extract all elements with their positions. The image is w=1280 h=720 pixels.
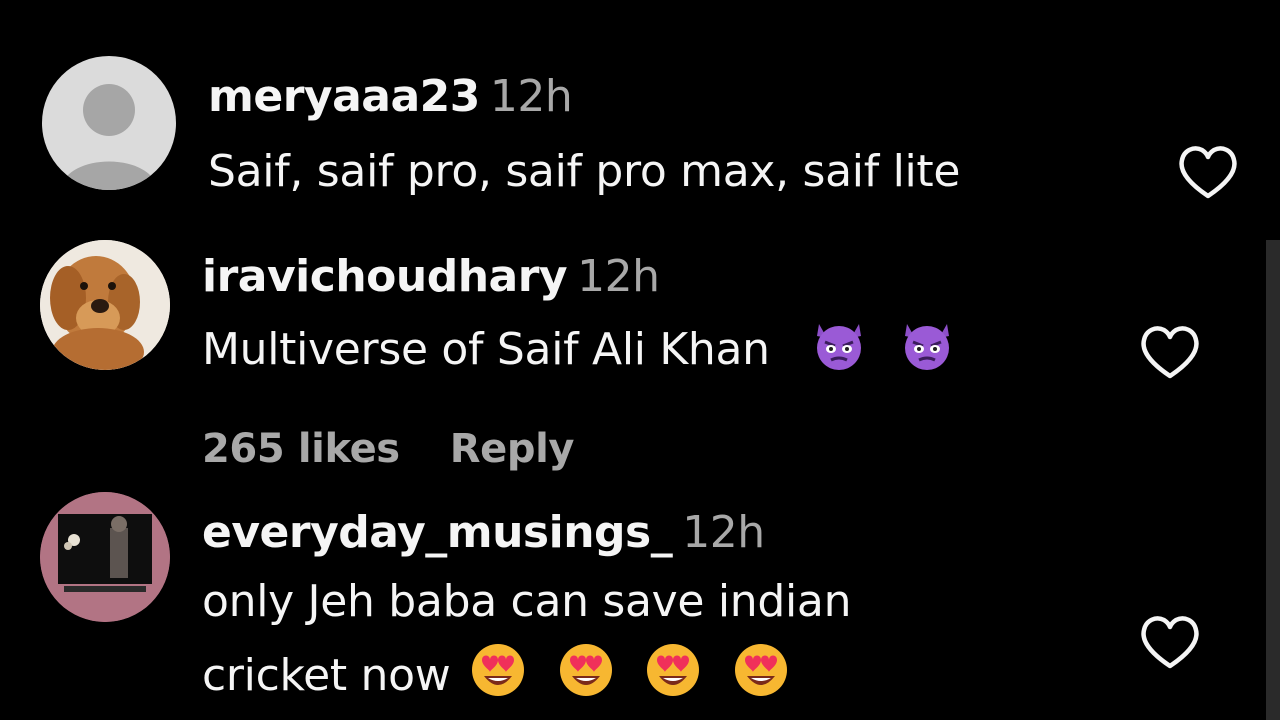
heart-eyes-emoji-icon [559, 644, 612, 696]
comment-item: meryaaa23 12h Saif, saif pro, saif pro ma… [0, 0, 1280, 230]
comment-item: everyday_musings_ 12h only Jeh baba can s… [0, 490, 1280, 720]
default-user-icon [60, 84, 158, 190]
heart-eyes-emoji-icon [472, 644, 525, 696]
photo-icon [40, 492, 170, 622]
username[interactable]: everyday_musings_ [202, 507, 673, 558]
comment-item: iravichoudhary 12h Multiverse of Saif Ali… [0, 230, 1280, 490]
dog-photo-icon [40, 240, 170, 370]
avatar[interactable] [40, 240, 170, 370]
heart-icon[interactable] [1138, 612, 1202, 672]
avatar[interactable] [42, 56, 176, 190]
timestamp: 12h [577, 251, 660, 302]
comment-text: only Jeh baba can save indian [202, 566, 851, 638]
comment-meta: 265 likes Reply [202, 426, 574, 472]
avatar[interactable] [40, 492, 170, 622]
username[interactable]: iravichoudhary [202, 251, 568, 302]
comment-text-line2: cricket now [202, 650, 451, 701]
comment-text: Saif, saif pro, saif pro max, saif lite [208, 146, 961, 197]
comment-header: iravichoudhary 12h [202, 251, 660, 302]
username[interactable]: meryaaa23 [208, 71, 480, 122]
angry-devil-emoji-icon [905, 324, 950, 370]
comment-text-line1: only Jeh baba can save indian [202, 576, 852, 627]
heart-eyes-emoji-icon [647, 644, 700, 696]
heart-eyes-emoji-icon [735, 644, 788, 696]
timestamp: 12h [682, 507, 765, 558]
timestamp: 12h [489, 71, 573, 122]
comment-header: everyday_musings_ 12h [202, 508, 765, 558]
comment-text: Multiverse of Saif Ali Khan [202, 314, 957, 386]
heart-icon[interactable] [1176, 142, 1240, 202]
likes-count[interactable]: 265 likes [202, 426, 400, 472]
heart-icon[interactable] [1138, 322, 1202, 382]
comment-header: meryaaa23 12h [208, 71, 573, 122]
reply-button[interactable]: Reply [450, 426, 575, 472]
angry-devil-emoji-icon [817, 324, 862, 370]
comment-text-body: Multiverse of Saif Ali Khan [202, 324, 770, 375]
comment-text: cricket now [202, 638, 791, 712]
